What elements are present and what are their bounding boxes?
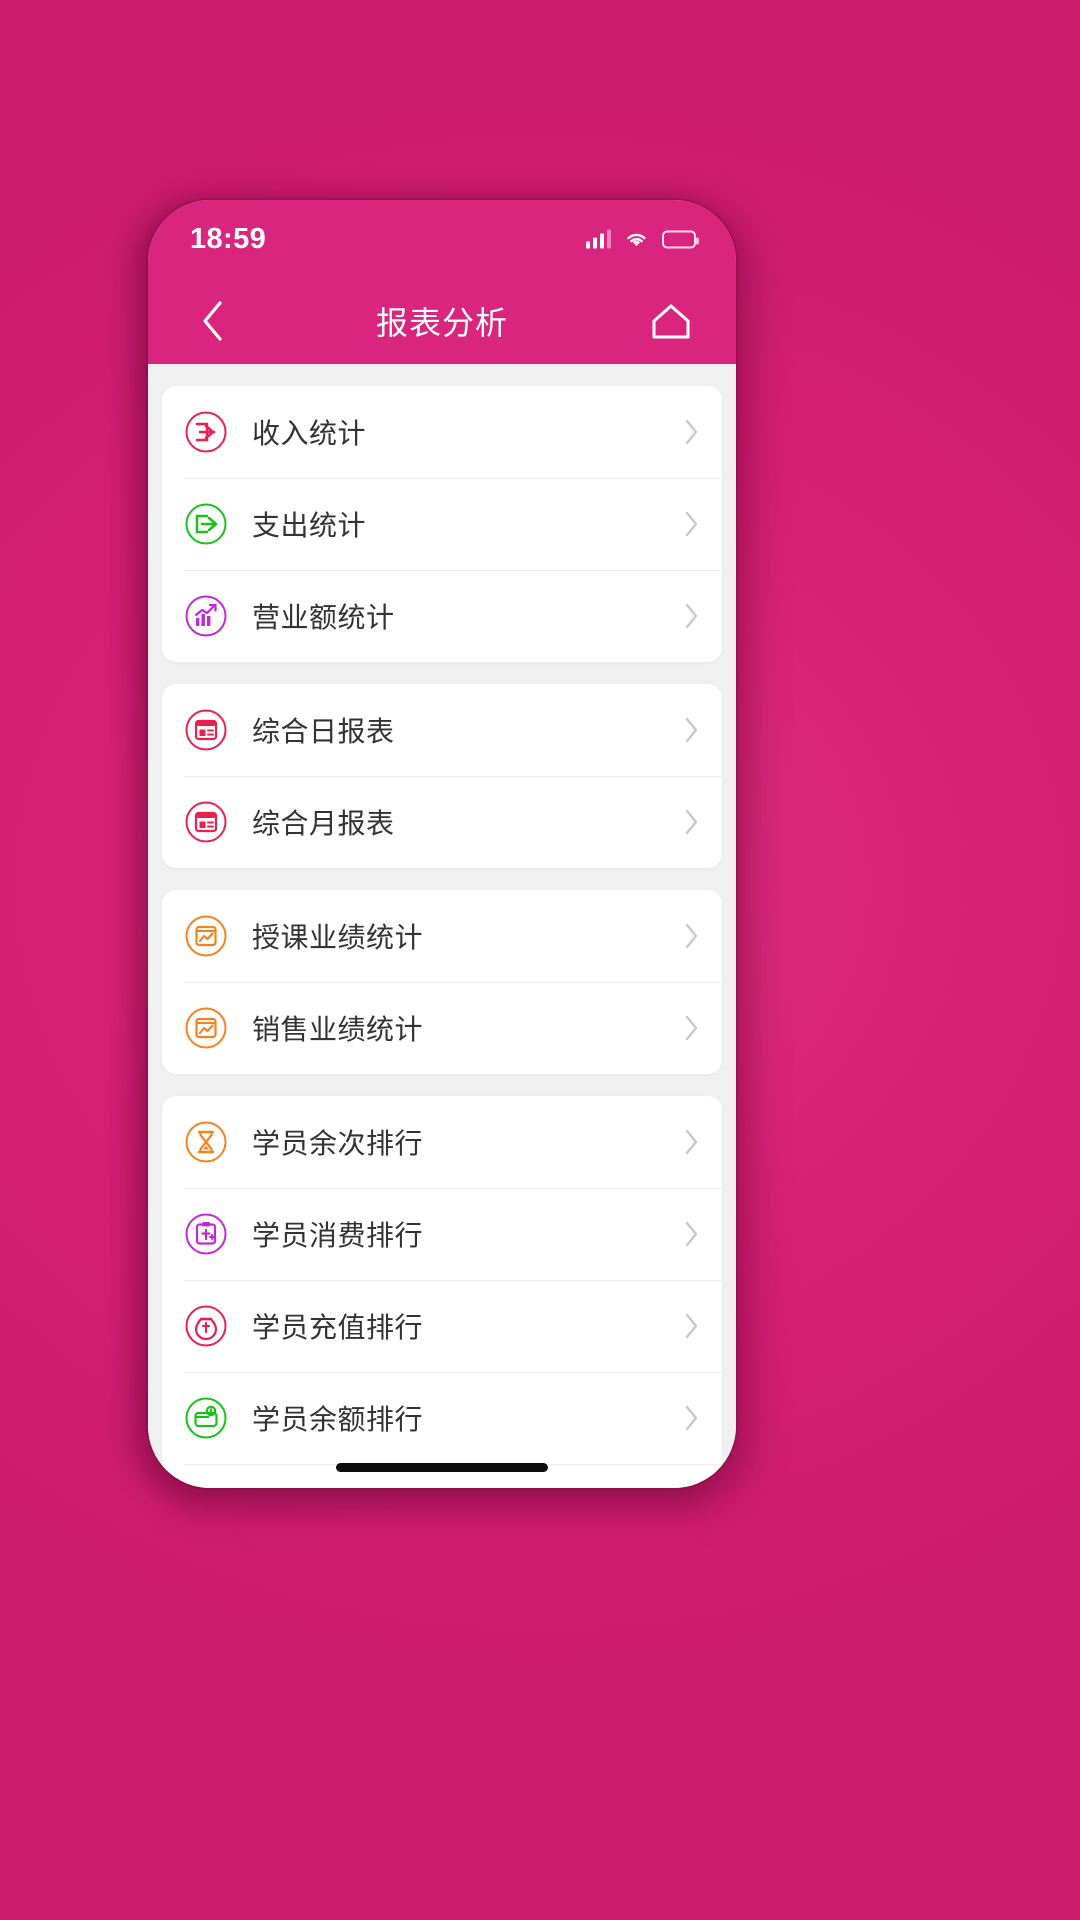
status-bar: 18:59 [148,200,736,278]
list-item-label: 营业额统计 [252,601,395,634]
reports-group: 综合日报表 综合月报表 [162,684,722,868]
hourglass-icon [185,1121,227,1163]
list-item[interactable]: 学员充值排行 [162,1280,722,1372]
chevron-right-icon [684,808,700,836]
list-item-label: 授课业绩统计 [252,921,424,954]
chevron-right-icon [685,923,698,949]
money-bag-icon [185,1305,227,1347]
monthly-report-icon [185,801,227,843]
sales-performance-icon [184,1006,228,1050]
chevron-right-icon [684,1404,700,1432]
wifi-icon [624,230,649,249]
list-item[interactable]: 学员余次排行 [162,1096,722,1188]
battery-icon [662,230,699,248]
list-item[interactable]: 支出统计 [162,478,722,570]
teaching-performance-icon [185,915,227,957]
list-item-label: 综合月报表 [252,807,395,840]
home-indicator [336,1463,548,1472]
revenue-chart-icon [185,595,227,637]
chevron-right-icon [684,1014,700,1042]
chevron-right-icon [684,602,700,630]
chevron-right-icon [685,603,698,629]
chevron-right-icon [685,1129,698,1155]
list-item[interactable]: 营业额统计 [162,570,722,662]
list-item[interactable]: 学员消费排行 [162,1188,722,1280]
expense-arrow-out-icon [184,502,228,546]
monthly-report-icon [184,800,228,844]
income-arrow-in-icon [185,411,227,453]
list-item[interactable]: 综合月报表 [162,776,722,868]
list-item-label: 学员余额排行 [252,1403,424,1436]
chevron-right-icon [684,510,700,538]
list-item-label: 学员消费排行 [252,1219,424,1252]
chevron-right-icon [684,1312,700,1340]
chevron-right-icon [685,419,698,445]
nav-bar: 报表分析 [148,278,736,364]
list-item-label: 销售业绩统计 [252,1013,424,1046]
list-item-label: 学员余次排行 [252,1127,424,1160]
report-list-scroll[interactable]: 收入统计 支出统计 营业额统计 综合日报表 综合月报表 授课业绩统计 销售业绩统… [148,364,736,1488]
income-arrow-in-icon [184,410,228,454]
wallet-balance-icon [184,1396,228,1440]
statistics-group: 收入统计 支出统计 营业额统计 [162,386,722,662]
chevron-right-icon [684,716,700,744]
chevron-right-icon [685,1405,698,1431]
status-bar-indicators [585,229,699,249]
daily-report-icon [184,708,228,752]
chevron-right-icon [684,418,700,446]
phone-device: 18:59 报表分析 收入统计 支出统计 营业额统计 综合日报表 综合月报表 授… [148,200,736,1488]
chevron-right-icon [685,809,698,835]
back-button[interactable] [184,292,242,350]
chevron-right-icon [685,511,698,537]
clipboard-spend-icon [185,1213,227,1255]
home-button[interactable] [642,292,700,350]
expense-arrow-out-icon [185,503,227,545]
performance-group: 授课业绩统计 销售业绩统计 [162,890,722,1074]
chevron-right-icon [684,1128,700,1156]
list-item[interactable]: 销售业绩统计 [162,982,722,1074]
clipboard-spend-icon [184,1212,228,1256]
list-item-label: 综合日报表 [252,715,395,748]
chevron-left-icon [203,301,222,341]
hourglass-icon [184,1120,228,1164]
home-icon [652,304,690,339]
list-item-label: 支出统计 [252,509,367,542]
chevron-right-icon [685,1015,698,1041]
list-item[interactable]: 综合日报表 [162,684,722,776]
list-item[interactable]: 授课业绩统计 [162,890,722,982]
student-ranking-group: 学员余次排行 学员消费排行 学员充值排行 学员余额排行 [162,1096,722,1488]
sales-performance-icon [185,1007,227,1049]
status-bar-clock: 18:59 [190,222,267,255]
chevron-right-icon [684,922,700,950]
money-bag-icon [184,1304,228,1348]
chevron-right-icon [684,1220,700,1248]
chevron-right-icon [685,1221,698,1247]
list-item[interactable]: 学员余额排行 [162,1372,722,1464]
wallet-balance-icon [185,1397,227,1439]
list-item[interactable]: 收入统计 [162,386,722,478]
list-item-label: 学员充值排行 [252,1311,424,1344]
cellular-signal-icon [585,229,611,249]
teaching-performance-icon [184,914,228,958]
daily-report-icon [185,709,227,751]
chevron-right-icon [685,717,698,743]
revenue-chart-icon [184,594,228,638]
list-item-label: 收入统计 [252,417,367,450]
chevron-right-icon [685,1313,698,1339]
